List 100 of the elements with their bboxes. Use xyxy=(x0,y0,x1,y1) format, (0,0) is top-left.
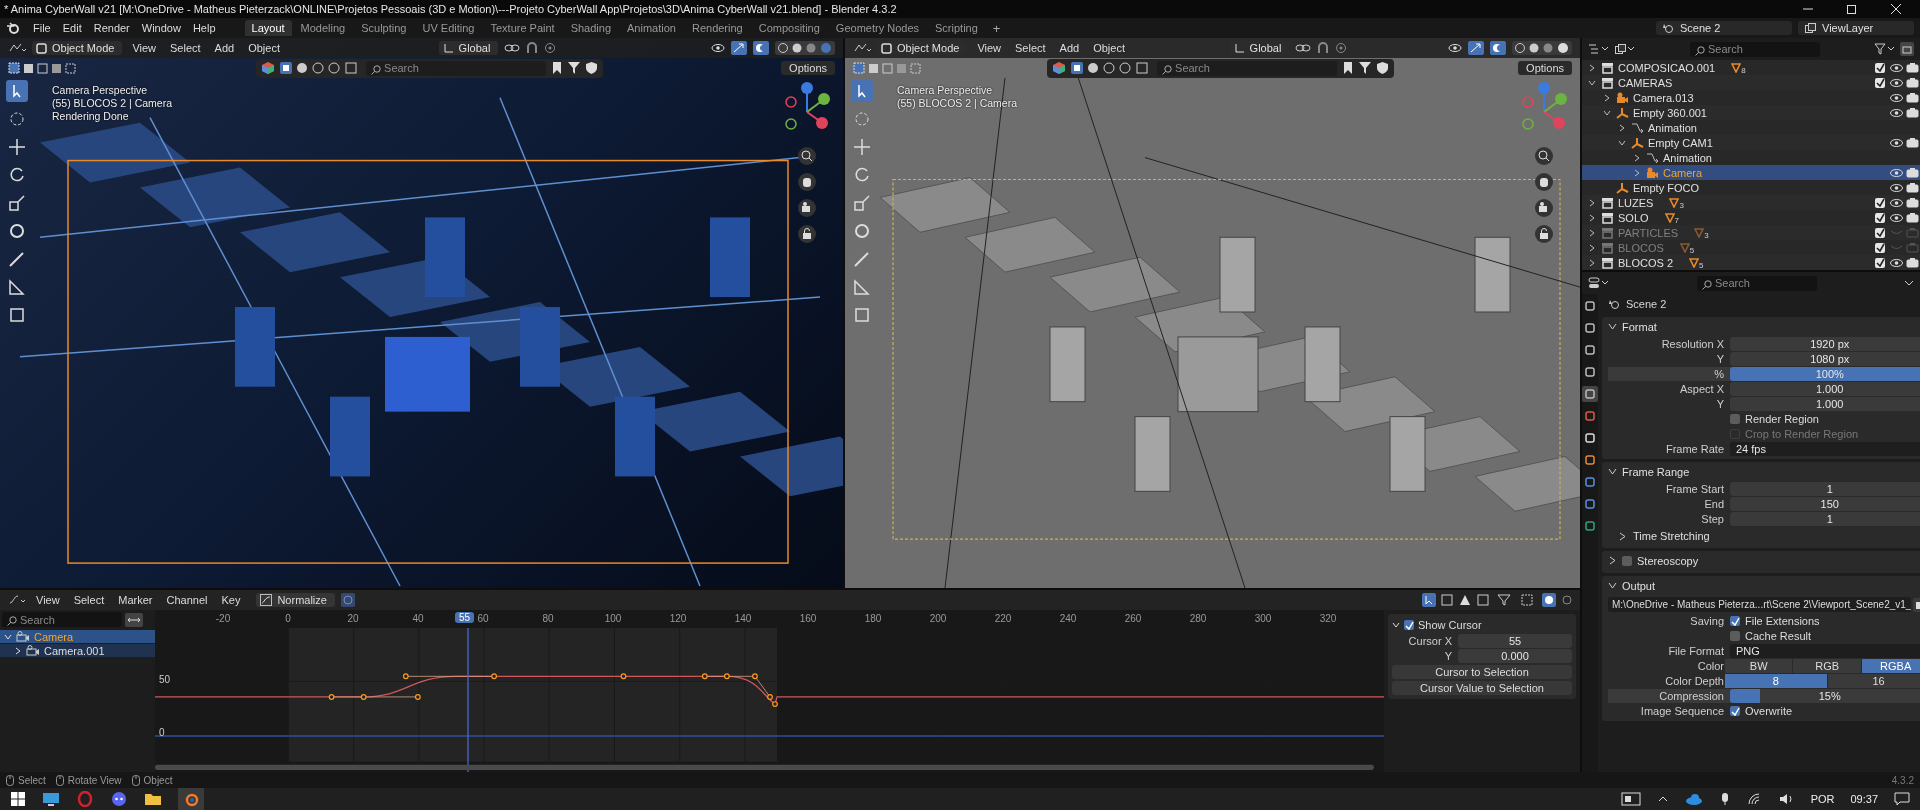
ring-icon[interactable] xyxy=(76,791,94,807)
scrollbar[interactable] xyxy=(155,764,1374,770)
ruler-icon[interactable] xyxy=(6,276,28,298)
overlay-toggle-icon[interactable] xyxy=(753,41,769,55)
checkbox[interactable] xyxy=(1730,631,1740,641)
chevron-icon[interactable] xyxy=(1588,198,1596,207)
gizmo-toggle-icon[interactable] xyxy=(731,41,747,55)
outliner-row[interactable]: Empty CAM1 xyxy=(1582,135,1920,150)
proportional-icon[interactable] xyxy=(1335,42,1348,54)
workspace-tab[interactable]: Animation xyxy=(620,20,683,36)
chevron-icon[interactable] xyxy=(1392,621,1400,629)
enum-option[interactable]: RGBA xyxy=(1861,659,1920,673)
menu-item[interactable]: Edit xyxy=(57,22,87,34)
caret-up-icon[interactable] xyxy=(1656,794,1669,804)
search-field[interactable]: Search xyxy=(1697,275,1817,291)
enum-option[interactable]: 8 xyxy=(1725,674,1827,688)
normalize-toggle[interactable]: Normalize xyxy=(256,593,335,607)
news-icon[interactable] xyxy=(1620,792,1641,806)
menu-item[interactable]: File xyxy=(28,22,56,34)
menu-item[interactable]: Window xyxy=(136,22,186,34)
menu-item[interactable]: Render xyxy=(88,22,135,34)
search-field[interactable]: Search xyxy=(366,60,547,76)
menu-item[interactable]: Help xyxy=(187,22,221,34)
proportional-icon[interactable] xyxy=(544,42,557,54)
outliner-row[interactable]: Camera xyxy=(1582,165,1920,180)
chain-link-icon[interactable] xyxy=(504,42,521,54)
color-cube-icon[interactable] xyxy=(262,62,275,74)
filter-icon[interactable] xyxy=(1874,43,1896,55)
app-taskbar-icon[interactable] xyxy=(178,788,204,810)
shield-icon[interactable] xyxy=(1377,62,1389,74)
workspace-tab[interactable]: UV Editing xyxy=(415,20,482,36)
chevron-icon[interactable] xyxy=(1618,138,1626,147)
orientation-dropdown[interactable]: Global xyxy=(438,41,499,55)
outliner-row[interactable]: PARTICLES 3 xyxy=(1582,225,1920,240)
menu-item[interactable]: Key xyxy=(217,594,245,606)
mode-dropdown[interactable]: Object Mode xyxy=(32,41,123,55)
outliner-row[interactable]: BLOCOS 5 xyxy=(1582,240,1920,255)
eye-icon[interactable] xyxy=(1889,62,1903,73)
color-cube-icon[interactable] xyxy=(1053,62,1066,74)
chevron-icon[interactable] xyxy=(1588,258,1596,267)
zoom-icon[interactable] xyxy=(797,146,817,166)
square-icon[interactable] xyxy=(1582,452,1598,468)
action-button[interactable]: Cursor to Selection xyxy=(1392,665,1572,679)
close-icon[interactable] xyxy=(1890,3,1902,15)
select-mode-icon[interactable] xyxy=(8,62,78,74)
eye-icon[interactable] xyxy=(1448,42,1462,54)
menu-item[interactable]: Select xyxy=(166,42,205,54)
channel-row[interactable]: Camera xyxy=(0,630,155,643)
chevron-icon[interactable] xyxy=(1603,93,1611,102)
eye-icon[interactable] xyxy=(1889,137,1903,148)
workspace-tab[interactable]: Rendering xyxy=(684,20,750,36)
viewport-canvas[interactable]: Object Mode View Select Add Object Global Search Options Camera Perspective (55) BLOCOS 2 | Camera Rendering Done xyxy=(0,38,843,588)
shading-modes-icon[interactable] xyxy=(775,41,835,55)
search-field[interactable]: Search xyxy=(1690,41,1820,57)
number-field[interactable]: 1 xyxy=(1730,512,1920,526)
options-dropdown[interactable]: Options xyxy=(781,61,835,75)
menu-item[interactable]: View xyxy=(973,42,1006,54)
chain-link-icon[interactable] xyxy=(1295,42,1312,54)
checkbox[interactable] xyxy=(1875,257,1885,268)
graph-area[interactable]: -20 0 20 40 55 60 80 100 120 140 160 180 200 220 240 260 280 300 320 50 0 xyxy=(155,610,1384,772)
outliner-row[interactable]: Animation xyxy=(1582,120,1920,135)
checkbox[interactable] xyxy=(1622,555,1632,566)
clock[interactable]: 09:37 xyxy=(1850,793,1878,805)
outliner-row[interactable]: CAMERAS xyxy=(1582,75,1920,90)
menu-item[interactable]: Select xyxy=(69,594,109,606)
windows-logo-icon[interactable] xyxy=(10,791,26,807)
eye-icon[interactable] xyxy=(1889,107,1903,118)
chevron-icon[interactable] xyxy=(1603,108,1611,117)
workspace-tab[interactable]: Shading xyxy=(563,20,619,36)
workspace-tab[interactable]: Modeling xyxy=(293,20,353,36)
menu-item[interactable]: View xyxy=(128,42,161,54)
display-mode-icon[interactable] xyxy=(1588,43,1610,55)
workspace-tab[interactable]: Layout xyxy=(244,20,292,36)
enum-option[interactable]: 16 xyxy=(1827,674,1920,688)
zoom-icon[interactable] xyxy=(1534,146,1554,166)
checkbox[interactable] xyxy=(1875,212,1885,223)
scene-selector[interactable]: Scene 2 xyxy=(1656,21,1792,35)
notification-icon[interactable] xyxy=(1894,792,1910,806)
number-field[interactable]: 1.000 xyxy=(1730,397,1920,411)
eye-icon[interactable] xyxy=(1889,257,1903,268)
outliner-row[interactable]: Empty FOCO xyxy=(1582,180,1920,195)
current-frame-indicator[interactable]: 55 xyxy=(455,612,475,623)
menu-item[interactable]: Add xyxy=(1055,42,1084,54)
filter-icon[interactable] xyxy=(568,62,581,74)
menu-item[interactable]: Marker xyxy=(114,594,157,606)
chevron-icon[interactable] xyxy=(1608,556,1617,565)
outliner-row[interactable]: LUZES 3 xyxy=(1582,195,1920,210)
maximize-icon[interactable] xyxy=(1846,3,1858,15)
outliner-row[interactable]: Empty 360.001 xyxy=(1582,105,1920,120)
number-field[interactable]: 150 xyxy=(1730,497,1920,511)
viewport-canvas[interactable]: Object Mode View Select Add Object Global Search Options Camera Perspective (55) BLOCOS 2 | Camera xyxy=(845,38,1580,588)
chevron-icon[interactable] xyxy=(1608,467,1617,476)
chevron-icon[interactable] xyxy=(1588,78,1596,87)
menu-item[interactable]: Add xyxy=(210,42,239,54)
outliner-row[interactable]: SOLO 7 xyxy=(1582,210,1920,225)
number-field[interactable]: 1 xyxy=(1730,482,1920,496)
monitor-icon[interactable] xyxy=(42,791,60,807)
channel-row[interactable]: Camera.001 xyxy=(0,644,155,657)
bookmark-icon[interactable] xyxy=(552,62,563,74)
action-button[interactable]: Cursor Value to Selection xyxy=(1392,681,1572,695)
